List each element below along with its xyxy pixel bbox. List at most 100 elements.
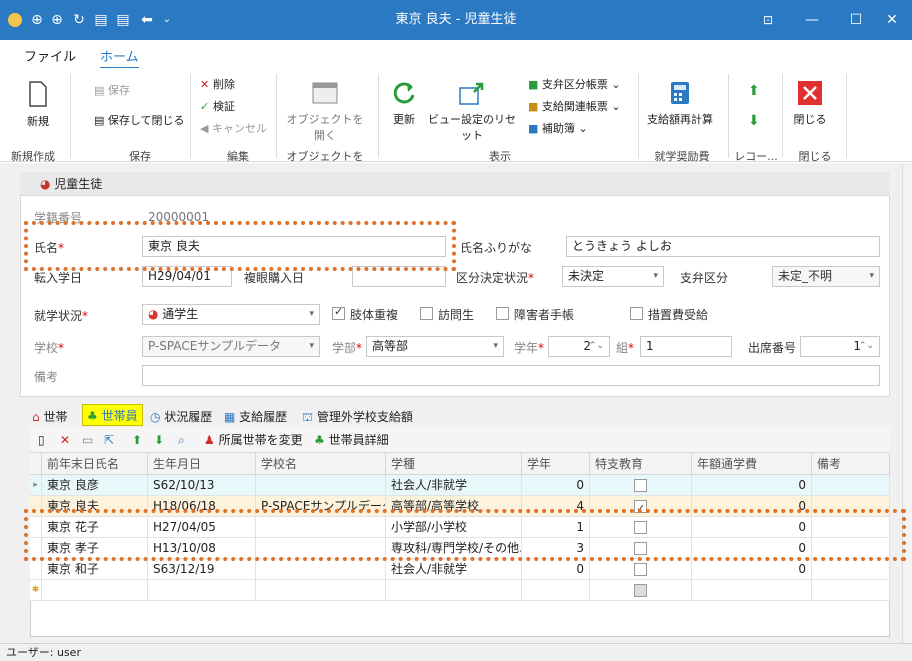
quick-undo-icon[interactable]: ⬅ <box>138 11 156 29</box>
recalc-button[interactable]: 支給額再計算 <box>642 80 718 127</box>
cell-type[interactable]: 社会人/非就学 <box>386 475 522 496</box>
aux-button[interactable]: ■ 補助簿 ⌄ <box>528 120 588 138</box>
delete-button[interactable]: ✕ 削除 <box>200 76 235 94</box>
row-indicator[interactable]: ▸ <box>30 475 42 496</box>
cancel-button[interactable]: ◀ キャンセル <box>200 120 267 138</box>
close-window-button[interactable]: ✕ <box>870 0 912 40</box>
seat-spinner[interactable]: 1 ⌃⌄ <box>800 336 880 357</box>
menu-home[interactable]: ホーム <box>100 46 139 68</box>
grid-up-icon[interactable]: ⬆ <box>132 431 142 449</box>
col-name[interactable]: 前年末日氏名 <box>42 453 148 475</box>
save-button[interactable]: ▤ 保存 <box>94 82 130 100</box>
table-row[interactable]: 東京 和子 S63/12/19 社会人/非就学 0 0 <box>30 559 890 580</box>
tab-household[interactable]: ⌂ 世帯 <box>32 406 67 428</box>
cell-grade[interactable] <box>522 580 590 601</box>
cell-fee[interactable]: 0 <box>692 559 812 580</box>
cell-fee[interactable] <box>692 580 812 601</box>
cell-note[interactable] <box>812 559 890 580</box>
quick-refresh-icon[interactable]: ↻ <box>70 11 88 29</box>
dept-select[interactable]: 高等部 ▾ <box>366 336 504 357</box>
minimize-button[interactable]: — <box>790 0 834 40</box>
cell-name[interactable]: 東京 良彦 <box>42 475 148 496</box>
cb1-checkbox[interactable] <box>332 305 345 320</box>
grid-window-icon[interactable]: ▭ <box>82 431 93 449</box>
col-fee[interactable]: 年額通学費 <box>692 453 812 475</box>
special-checkbox[interactable] <box>634 563 647 576</box>
cell-special[interactable] <box>590 580 692 601</box>
member-detail-button[interactable]: ♣ 世帯員詳細 <box>314 431 389 449</box>
cell-name[interactable]: 東京 和子 <box>42 559 148 580</box>
vertical-scrollbar[interactable] <box>902 163 912 643</box>
change-household-button[interactable]: ♟ 所属世帯を変更 <box>204 431 303 449</box>
grid-delete-icon[interactable]: ✕ <box>60 431 70 449</box>
col-note[interactable]: 備考 <box>812 453 890 475</box>
tab-status-history[interactable]: ◷ 状況履歴 <box>150 406 212 428</box>
menu-file[interactable]: ファイル <box>24 46 76 65</box>
cell-school[interactable] <box>256 580 386 601</box>
cell-type[interactable]: 社会人/非就学 <box>386 559 522 580</box>
col-type[interactable]: 学種 <box>386 453 522 475</box>
new-row[interactable]: ✱ <box>30 580 890 601</box>
cell-school[interactable] <box>256 559 386 580</box>
grid-down-icon[interactable]: ⬇ <box>154 431 164 449</box>
quick-menu-icon[interactable]: ⌄ <box>158 11 176 29</box>
status-select[interactable]: ◕ 通学生 ▾ <box>142 304 320 325</box>
subsidy-select[interactable]: 未定_不明 ▾ <box>772 266 880 287</box>
row-indicator[interactable]: ✱ <box>30 580 42 601</box>
quick-up-icon[interactable]: ⊕ <box>28 11 46 29</box>
quick-save-icon[interactable]: ▤ <box>92 11 110 29</box>
col-special[interactable]: 特支教育 <box>590 453 692 475</box>
grid-search-icon[interactable]: ⌕ <box>178 431 185 449</box>
cell-note[interactable] <box>812 580 890 601</box>
save-close-button[interactable]: ▤ 保存して閉じる <box>94 112 185 130</box>
cell-grade[interactable]: 0 <box>522 559 590 580</box>
open-object-button[interactable]: オブジェクトを開く <box>282 80 368 143</box>
cell-dob[interactable] <box>148 580 256 601</box>
spin-icon[interactable]: ⌃⌄ <box>589 337 604 356</box>
note-input[interactable] <box>142 365 880 386</box>
close-button[interactable]: 閉じる <box>790 80 830 127</box>
report2-button[interactable]: ■ 支給関連帳票 ⌄ <box>528 98 621 116</box>
tab-payment-history[interactable]: ▦ 支給履歴 <box>224 406 287 428</box>
col-grade[interactable]: 学年 <box>522 453 590 475</box>
verify-button[interactable]: ✓ 検証 <box>200 98 235 116</box>
school-select[interactable]: P-SPACEサンプルデータ ▾ <box>142 336 320 357</box>
category-select[interactable]: 未決定 ▾ <box>562 266 664 287</box>
cell-school[interactable] <box>256 475 386 496</box>
row-indicator[interactable] <box>30 559 42 580</box>
new-button[interactable]: 新規 <box>18 80 58 129</box>
cell-grade[interactable]: 0 <box>522 475 590 496</box>
cell-dob[interactable]: S63/12/19 <box>148 559 256 580</box>
report1-button[interactable]: ■ 支弁区分帳票 ⌄ <box>528 76 621 94</box>
window-layout-button[interactable]: ⊡ <box>746 0 790 40</box>
quick-saveclose-icon[interactable]: ▤ <box>114 11 132 29</box>
col-school[interactable]: 学校名 <box>256 453 386 475</box>
cell-fee[interactable]: 0 <box>692 475 812 496</box>
cell-special[interactable] <box>590 559 692 580</box>
grid-new-icon[interactable]: ▯ <box>38 431 45 449</box>
kana-input[interactable]: とうきょう よしお <box>566 236 880 257</box>
grid-link-icon[interactable]: ⇱ <box>104 431 114 449</box>
record-up-icon[interactable]: ⬆ <box>748 82 760 100</box>
special-checkbox[interactable] <box>634 584 647 597</box>
special-checkbox[interactable] <box>634 479 647 492</box>
cb3-checkbox[interactable] <box>496 307 509 320</box>
record-down-icon[interactable]: ⬇ <box>748 112 760 130</box>
quick-down-icon[interactable]: ⊕ <box>48 11 66 29</box>
cell-name[interactable] <box>42 580 148 601</box>
tab-external-school[interactable]: ⛫ 管理外学校支給額 <box>302 406 413 428</box>
col-dob[interactable]: 生年月日 <box>148 453 256 475</box>
cell-note[interactable] <box>812 475 890 496</box>
tab-members[interactable]: ♣ 世帯員 <box>82 404 143 426</box>
cb4-checkbox[interactable] <box>630 307 643 320</box>
cb2-checkbox[interactable] <box>420 307 433 320</box>
year-spinner[interactable]: 2 ⌃⌄ <box>548 336 610 357</box>
view-reset-button[interactable]: ビュー設定のリセット <box>426 80 518 143</box>
cell-type[interactable] <box>386 580 522 601</box>
spin-icon[interactable]: ⌃⌄ <box>859 337 874 356</box>
cell-dob[interactable]: S62/10/13 <box>148 475 256 496</box>
cell-special[interactable] <box>590 475 692 496</box>
refresh-button[interactable]: 更新 <box>386 80 422 127</box>
table-row[interactable]: ▸ 東京 良彦 S62/10/13 社会人/非就学 0 0 <box>30 475 890 496</box>
class-input[interactable]: 1 <box>640 336 732 357</box>
